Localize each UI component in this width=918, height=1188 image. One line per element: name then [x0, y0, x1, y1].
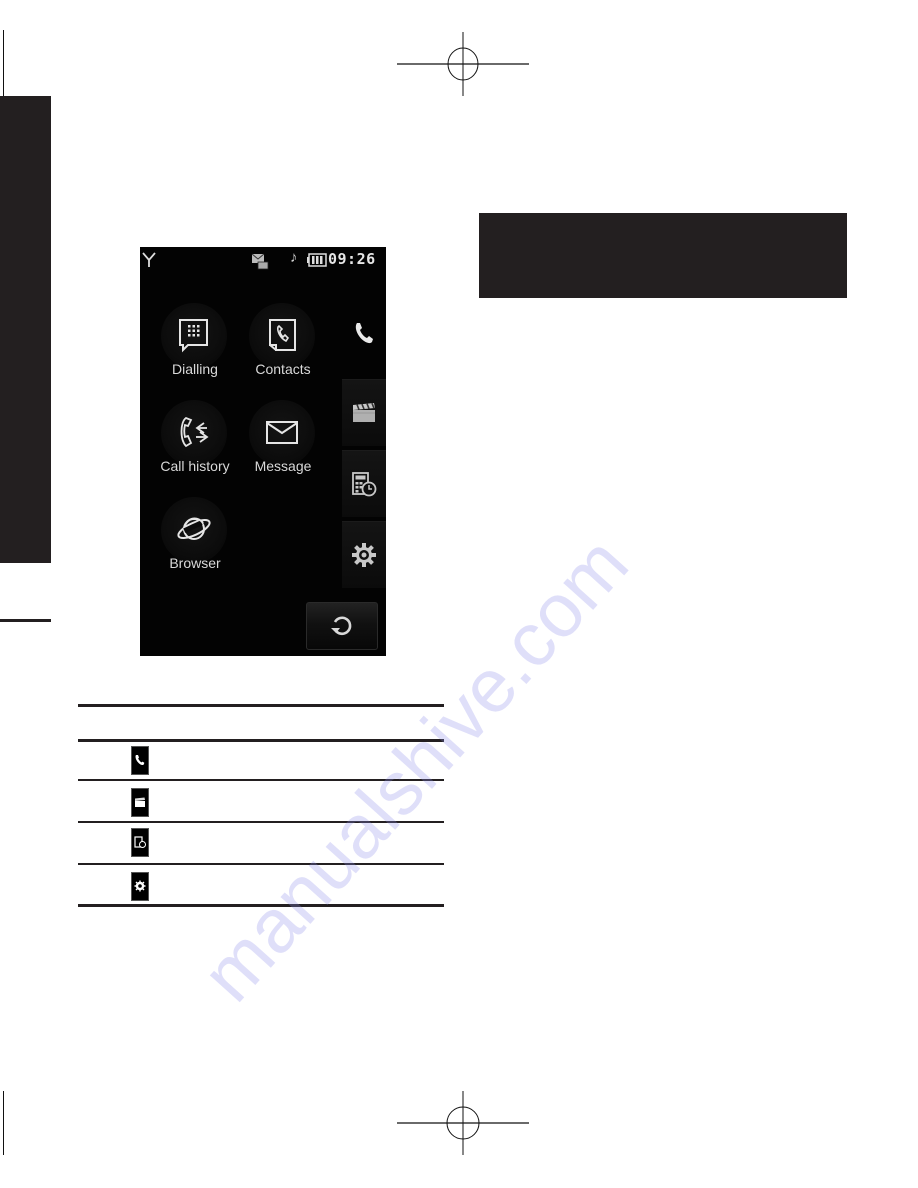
side-tab-rule — [0, 619, 51, 622]
table-top-rule — [78, 704, 444, 707]
battery-icon — [307, 253, 327, 267]
contacts-icon — [269, 319, 296, 351]
phone-handset-icon — [355, 323, 373, 344]
chapter-side-tab — [0, 96, 51, 563]
app-browser[interactable]: Browser — [140, 497, 230, 589]
rotate-icon — [331, 616, 352, 636]
app-contacts[interactable]: Contacts — [228, 303, 318, 395]
app-label: Message — [254, 458, 312, 474]
clock-time: 09:26 — [328, 250, 376, 268]
category-tab-settings[interactable] — [342, 521, 386, 588]
new-message-icon — [251, 253, 269, 270]
app-message[interactable]: Message — [228, 400, 318, 492]
category-tab-entertainment[interactable] — [342, 379, 386, 446]
crop-mark-top-left — [3, 30, 4, 96]
phone-home-screen: ♪ 09:26 Dialling Contacts Call history M… — [140, 247, 386, 656]
calculator-clock-icon — [352, 472, 377, 497]
registration-mark-bottom — [397, 1091, 529, 1155]
planet-icon — [177, 517, 211, 540]
app-label: Contacts — [255, 361, 311, 377]
clapperboard-icon — [353, 402, 375, 422]
rotate-button[interactable] — [306, 602, 378, 650]
gear-icon — [352, 543, 376, 567]
category-tab-utilities[interactable] — [342, 450, 386, 517]
table-row-rule — [78, 863, 444, 865]
table-header-rule — [78, 739, 444, 742]
app-label: Browser — [169, 555, 221, 571]
table-row-rule — [78, 821, 444, 823]
app-call-history[interactable]: Call history — [140, 400, 230, 492]
envelope-icon — [266, 421, 298, 444]
signal-antenna-icon — [142, 252, 156, 267]
crop-mark-bottom-left — [3, 1091, 4, 1155]
phone-handset-icon — [131, 746, 149, 775]
app-dialling[interactable]: Dialling — [140, 303, 230, 395]
registration-mark-top — [397, 32, 529, 96]
status-bar: ♪ 09:26 — [140, 247, 386, 273]
gear-icon — [131, 872, 149, 901]
table-row-rule — [78, 779, 444, 781]
music-note-icon: ♪ — [290, 249, 298, 266]
clapperboard-icon — [131, 788, 149, 817]
table-bottom-rule — [78, 904, 444, 907]
section-header-box — [479, 213, 847, 298]
dialpad-icon — [179, 319, 208, 353]
calculator-clock-icon — [131, 828, 149, 857]
category-tab-communication[interactable] — [342, 300, 386, 366]
call-history-icon — [180, 416, 209, 448]
